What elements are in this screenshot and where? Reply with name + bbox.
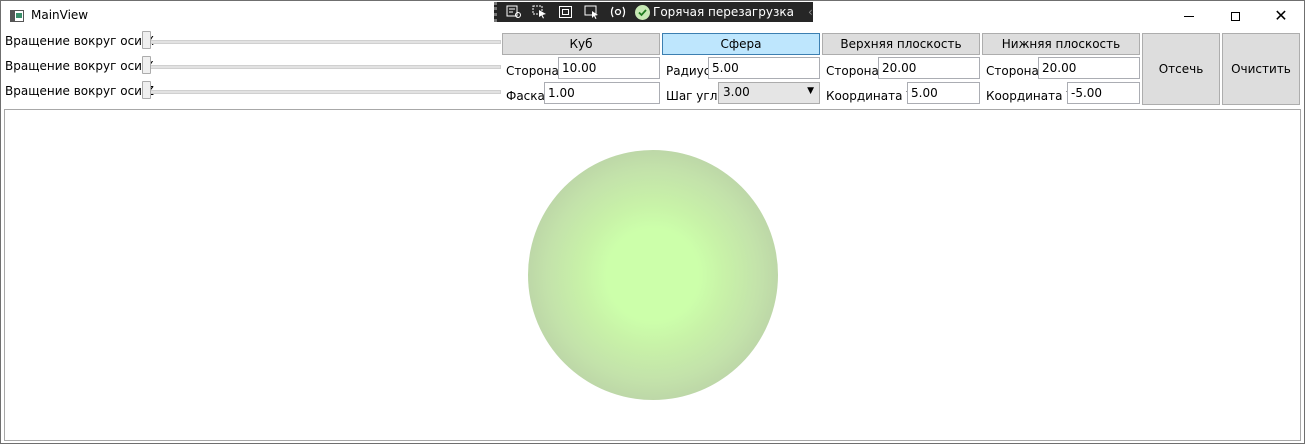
top-plane-side-input[interactable]	[878, 57, 980, 79]
binding-failures-icon[interactable]	[610, 5, 626, 19]
rotate-y-track[interactable]	[147, 65, 501, 69]
sphere-model	[528, 150, 778, 400]
hot-reload-check-icon	[635, 4, 650, 20]
live-visual-tree-icon[interactable]	[506, 5, 522, 19]
angle-step-label: Шаг угла	[666, 89, 725, 103]
clear-button[interactable]: Очистить	[1222, 33, 1300, 105]
rotate-y-label: Вращение вокруг оси Y	[5, 59, 154, 73]
window-title: MainView	[31, 8, 89, 22]
rotate-y-slider[interactable]	[142, 56, 151, 74]
cube-panel: Куб Сторона Фаска	[502, 33, 660, 107]
close-button[interactable]: ✕	[1258, 1, 1304, 31]
top-plane-button[interactable]: Верхняя плоскость	[822, 33, 980, 55]
top-plane-side-label: Сторона	[826, 64, 879, 78]
bottom-plane-coord-y-input[interactable]	[1067, 82, 1140, 104]
rotate-z-track[interactable]	[147, 90, 501, 94]
rotate-x-slider[interactable]	[142, 31, 151, 49]
main-window: MainView ✕ Горячая перезагрузка ‹ Вращен…	[0, 0, 1305, 444]
app-icon	[10, 10, 24, 22]
debug-toolbar: Горячая перезагрузка ‹	[494, 2, 813, 22]
top-plane-coord-y-input[interactable]	[907, 82, 980, 104]
top-plane-coord-y-label: Координата Y	[826, 89, 914, 103]
cube-button[interactable]: Куб	[502, 33, 660, 55]
sphere-button[interactable]: Сфера	[662, 33, 820, 55]
angle-step-value: 3.00	[723, 85, 750, 99]
display-layout-adorners-icon[interactable]	[558, 5, 574, 19]
sphere-radius-label: Радиус	[666, 64, 711, 78]
cube-side-label: Сторона	[506, 64, 559, 78]
3d-viewport[interactable]	[4, 109, 1301, 441]
minimize-icon	[1184, 15, 1194, 17]
close-icon: ✕	[1274, 6, 1288, 25]
rotate-z-slider[interactable]	[142, 81, 151, 99]
rotate-z-label: Вращение вокруг оси Z	[5, 84, 155, 98]
chevron-down-icon: ▼	[807, 86, 814, 96]
rotate-x-track[interactable]	[147, 40, 501, 44]
cut-button[interactable]: Отсечь	[1142, 33, 1220, 105]
bottom-plane-panel: Нижняя плоскость Сторона Координата Y	[982, 33, 1140, 107]
maximize-button[interactable]	[1212, 1, 1258, 31]
bottom-plane-button[interactable]: Нижняя плоскость	[982, 33, 1140, 55]
bottom-plane-side-label: Сторона	[986, 64, 1039, 78]
maximize-icon	[1230, 11, 1240, 21]
cube-chamfer-input[interactable]	[544, 82, 660, 104]
sphere-panel: Сфера Радиус Шаг угла 3.00 ▼	[662, 33, 820, 107]
cube-side-input[interactable]	[558, 57, 660, 79]
hot-reload-label[interactable]: Горячая перезагрузка	[653, 5, 794, 19]
collapse-toolbar-icon[interactable]: ‹	[808, 5, 813, 19]
angle-step-select[interactable]: 3.00 ▼	[718, 82, 820, 104]
sphere-radius-input[interactable]	[708, 57, 820, 79]
top-plane-panel: Верхняя плоскость Сторона Координата Y	[822, 33, 980, 107]
select-element-icon[interactable]	[532, 5, 548, 19]
rotate-x-label: Вращение вокруг оси X	[5, 34, 155, 48]
track-focused-element-icon[interactable]	[584, 5, 600, 19]
minimize-button[interactable]	[1166, 1, 1212, 31]
cube-chamfer-label: Фаска	[506, 89, 545, 103]
bottom-plane-side-input[interactable]	[1038, 57, 1140, 79]
bottom-plane-coord-y-label: Координата Y	[986, 89, 1074, 103]
